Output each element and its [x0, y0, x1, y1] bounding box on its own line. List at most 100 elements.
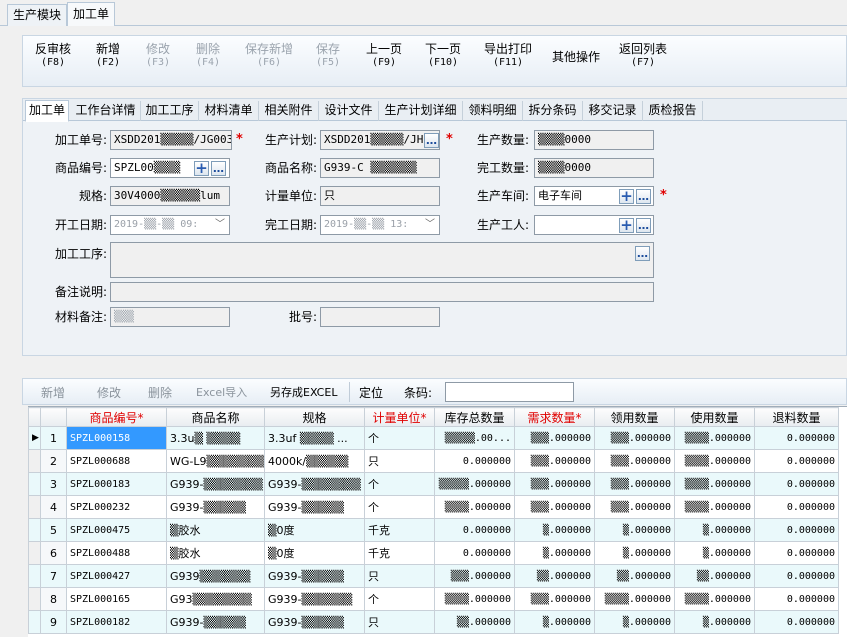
- cell-returned-qty[interactable]: 0.000000: [754, 587, 839, 611]
- cell-product-code[interactable]: SPZL000165: [66, 587, 167, 611]
- cell-used-qty[interactable]: ▒▒▒▒.000000: [674, 449, 755, 473]
- chevron-down-icon[interactable]: ﹀: [423, 216, 437, 234]
- cell-returned-qty[interactable]: 0.000000: [754, 426, 839, 450]
- tab-handover-record[interactable]: 移交记录: [583, 101, 643, 121]
- workshop-lookup-button[interactable]: …: [636, 189, 651, 204]
- cell-returned-qty[interactable]: 0.000000: [754, 518, 839, 542]
- worker-add-button[interactable]: +: [619, 218, 634, 233]
- cell-unit[interactable]: 只: [364, 610, 435, 634]
- worker-lookup-button[interactable]: …: [636, 218, 651, 233]
- cell-product-code[interactable]: SPZL000488: [66, 541, 167, 565]
- cell-stock-total[interactable]: ▒▒▒.000000: [434, 564, 515, 588]
- tab-workbench-detail[interactable]: 工作台详情: [71, 101, 141, 121]
- cell-returned-qty[interactable]: 0.000000: [754, 495, 839, 519]
- tab-picking-detail[interactable]: 领料明细: [463, 101, 523, 121]
- cell-product-code[interactable]: SPZL000427: [66, 564, 167, 588]
- cell-unit[interactable]: 千克: [364, 541, 435, 565]
- cell-returned-qty[interactable]: 0.000000: [754, 541, 839, 565]
- cell-spec[interactable]: ▒0度: [264, 518, 365, 542]
- cell-used-qty[interactable]: ▒.000000: [674, 610, 755, 634]
- cell-required-qty[interactable]: ▒.000000: [514, 541, 595, 565]
- save-and-new-button[interactable]: 保存新增 (F6): [243, 42, 295, 70]
- cell-taken-qty[interactable]: ▒.000000: [594, 518, 675, 542]
- col-product-name[interactable]: 商品名称: [166, 407, 265, 427]
- table-row[interactable]: 9 SPZL000182 G939-▒▒▒▒▒ G939-▒▒▒▒▒ 只 ▒▒.00000…: [28, 610, 839, 634]
- table-row[interactable]: 7 SPZL000427 G939▒▒▒▒▒▒ G939-▒▒▒▒▒ 只 ▒▒▒.0000…: [28, 564, 839, 588]
- spec-field[interactable]: 30V4000▒▒▒▒▒▒lum: [110, 186, 230, 206]
- cell-taken-qty[interactable]: ▒.000000: [594, 541, 675, 565]
- cell-stock-total[interactable]: ▒▒▒▒.000000: [434, 587, 515, 611]
- cell-product-name[interactable]: G939-▒▒▒▒▒: [166, 610, 265, 634]
- workshop-add-button[interactable]: +: [619, 189, 634, 204]
- back-to-list-button[interactable]: 返回列表 (F7): [617, 42, 669, 70]
- row-indicator[interactable]: [28, 610, 41, 634]
- col-stock-total[interactable]: 库存总数量: [434, 407, 515, 427]
- module-tab-production[interactable]: 生产模块: [7, 4, 68, 26]
- cell-required-qty[interactable]: ▒.000000: [514, 610, 595, 634]
- row-indicator[interactable]: [28, 564, 41, 588]
- col-returned-qty[interactable]: 退料数量: [754, 407, 839, 427]
- cell-spec[interactable]: 4000k/▒▒▒▒▒: [264, 449, 365, 473]
- row-indicator[interactable]: [28, 472, 41, 496]
- tab-material-list[interactable]: 材料清单: [199, 101, 259, 121]
- cell-stock-total[interactable]: 0.000000: [434, 518, 515, 542]
- save-as-excel-button[interactable]: 另存成EXCEL: [270, 384, 337, 400]
- chevron-down-icon[interactable]: ﹀: [213, 216, 227, 234]
- excel-import-button[interactable]: Excel导入: [196, 384, 247, 400]
- barcode-input[interactable]: [445, 382, 574, 402]
- product-name-field[interactable]: G939-C ▒▒▒▒▒▒▒: [320, 158, 440, 178]
- cell-required-qty[interactable]: ▒▒▒.000000: [514, 449, 595, 473]
- cell-spec[interactable]: G939-▒▒▒▒▒▒▒: [264, 472, 365, 496]
- cell-required-qty[interactable]: ▒.000000: [514, 518, 595, 542]
- cell-spec[interactable]: G939-▒▒▒▒▒: [264, 610, 365, 634]
- cell-product-code[interactable]: SPZL000183: [66, 472, 167, 496]
- table-row[interactable]: 8 SPZL000165 G93▒▒▒▒▒▒▒ G939-▒▒▒▒▒▒ 个 ▒▒▒▒.00…: [28, 587, 839, 611]
- cell-taken-qty[interactable]: ▒▒▒.000000: [594, 426, 675, 450]
- cell-product-name[interactable]: ▒胶水: [166, 541, 265, 565]
- tab-attachments[interactable]: 相关附件: [259, 101, 319, 121]
- cell-used-qty[interactable]: ▒▒▒▒.000000: [674, 426, 755, 450]
- table-row[interactable]: ▶ 1 SPZL000158 3.3u▒ ▒▒▒▒ 3.3uf ▒▒▒▒ ... 个 ▒▒▒…: [28, 426, 839, 450]
- grid-add-button[interactable]: 新增: [41, 384, 65, 401]
- tab-plan-detail[interactable]: 生产计划详细: [379, 101, 463, 121]
- grid-edit-button[interactable]: 修改: [97, 384, 121, 401]
- row-indicator[interactable]: [28, 541, 41, 565]
- cell-unit[interactable]: 个: [364, 587, 435, 611]
- cell-used-qty[interactable]: ▒.000000: [674, 541, 755, 565]
- cell-required-qty[interactable]: ▒▒▒.000000: [514, 472, 595, 496]
- cell-taken-qty[interactable]: ▒.000000: [594, 610, 675, 634]
- plan-field[interactable]: XSDD201▒▒▒▒▒/JHC: [320, 130, 440, 150]
- cell-unit[interactable]: 只: [364, 449, 435, 473]
- cell-taken-qty[interactable]: ▒▒▒.000000: [594, 449, 675, 473]
- cell-used-qty[interactable]: ▒▒.000000: [674, 564, 755, 588]
- table-row[interactable]: 2 SPZL000688 WG-L9▒▒▒▒▒▒▒▒ 4000k/▒▒▒▒▒ 只 0.00…: [28, 449, 839, 473]
- cell-unit[interactable]: 只: [364, 564, 435, 588]
- cell-returned-qty[interactable]: 0.000000: [754, 610, 839, 634]
- cell-unit[interactable]: 千克: [364, 518, 435, 542]
- next-page-button[interactable]: 下一页 (F10): [422, 42, 464, 70]
- row-indicator[interactable]: [28, 449, 41, 473]
- add-button[interactable]: 新增 (F2): [88, 42, 128, 70]
- process-lookup-button[interactable]: …: [635, 246, 650, 261]
- product-lookup-button[interactable]: …: [211, 161, 226, 176]
- delete-button[interactable]: 删除 (F4): [188, 42, 228, 70]
- col-spec[interactable]: 规格: [264, 407, 365, 427]
- cell-spec[interactable]: 3.3uf ▒▒▒▒ ...: [264, 426, 365, 450]
- cell-stock-total[interactable]: ▒▒▒▒.000000: [434, 495, 515, 519]
- col-product-code[interactable]: 商品编号*: [66, 407, 167, 427]
- cell-spec[interactable]: G939-▒▒▒▒▒: [264, 495, 365, 519]
- material-remark-field[interactable]: ▒▒▒: [110, 307, 230, 327]
- export-print-button[interactable]: 导出打印 (F11): [481, 42, 535, 70]
- col-required-qty[interactable]: 需求数量*: [514, 407, 595, 427]
- process-field[interactable]: [110, 242, 654, 278]
- cell-returned-qty[interactable]: 0.000000: [754, 564, 839, 588]
- cell-required-qty[interactable]: ▒▒▒.000000: [514, 495, 595, 519]
- cell-used-qty[interactable]: ▒▒▒▒.000000: [674, 495, 755, 519]
- product-add-button[interactable]: +: [194, 161, 209, 176]
- tab-work-order[interactable]: 加工单: [25, 100, 69, 122]
- cell-product-name[interactable]: WG-L9▒▒▒▒▒▒▒▒: [166, 449, 265, 473]
- tab-split-barcode[interactable]: 拆分条码: [523, 101, 583, 121]
- cell-used-qty[interactable]: ▒▒▒▒.000000: [674, 587, 755, 611]
- current-row-indicator-icon[interactable]: ▶: [28, 426, 41, 450]
- cell-product-name[interactable]: 3.3u▒ ▒▒▒▒: [166, 426, 265, 450]
